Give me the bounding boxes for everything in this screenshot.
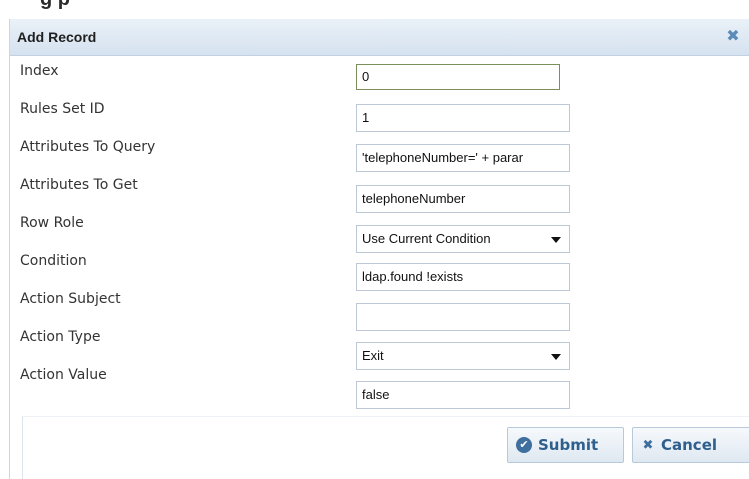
- row-condition: Condition ldap.found !exists: [10, 246, 749, 291]
- index-label: Index: [20, 63, 59, 79]
- attributes-to-query-input[interactable]: 'telephoneNumber=' + parar: [356, 144, 570, 172]
- page-heading: g p: [40, 0, 70, 11]
- cancel-label: Cancel: [661, 436, 718, 454]
- action-subject-label: Action Subject: [20, 291, 121, 307]
- close-icon[interactable]: ✖: [724, 26, 742, 46]
- page-heading-fragment: g p: [0, 0, 749, 18]
- submit-label: Submit: [538, 436, 599, 454]
- row-rules-set-id: Rules Set ID 1: [10, 94, 749, 132]
- condition-label: Condition: [20, 253, 87, 269]
- attributes-to-query-label: Attributes To Query: [20, 139, 156, 155]
- dialog-footer: ✔ Submit ✖ Cancel: [22, 416, 749, 479]
- row-index: Index 0: [10, 56, 749, 94]
- action-type-label: Action Type: [20, 329, 101, 345]
- row-attributes-to-query: Attributes To Query 'telephoneNumber=' +…: [10, 132, 749, 172]
- index-input[interactable]: 0: [356, 64, 560, 90]
- chevron-down-icon: [551, 237, 561, 243]
- attributes-to-get-label: Attributes To Get: [20, 177, 138, 193]
- row-role-value: Use Current Condition: [362, 231, 491, 246]
- row-action-subject: Action Subject: [10, 284, 749, 331]
- submit-button[interactable]: ✔ Submit: [507, 427, 624, 463]
- action-value-label: Action Value: [20, 367, 107, 383]
- dialog-title: Add Record: [17, 29, 97, 45]
- row-row-role: Row Role Use Current Condition: [10, 208, 749, 253]
- rules-set-id-label: Rules Set ID: [20, 101, 105, 117]
- add-record-dialog: Add Record ✖ Index 0 Rules Set ID 1 Attr…: [9, 19, 749, 479]
- dialog-header: Add Record ✖: [10, 19, 749, 56]
- check-icon: ✔: [516, 437, 532, 453]
- row-attributes-to-get: Attributes To Get telephoneNumber: [10, 170, 749, 213]
- cancel-button[interactable]: ✖ Cancel: [632, 427, 749, 463]
- action-value-input[interactable]: false: [356, 381, 570, 409]
- close-icon: ✖: [642, 437, 654, 453]
- row-action-type: Action Type Exit: [10, 322, 749, 370]
- row-role-label: Row Role: [20, 215, 84, 231]
- row-action-value: Action Value false: [10, 360, 749, 409]
- rules-set-id-input[interactable]: 1: [356, 104, 570, 132]
